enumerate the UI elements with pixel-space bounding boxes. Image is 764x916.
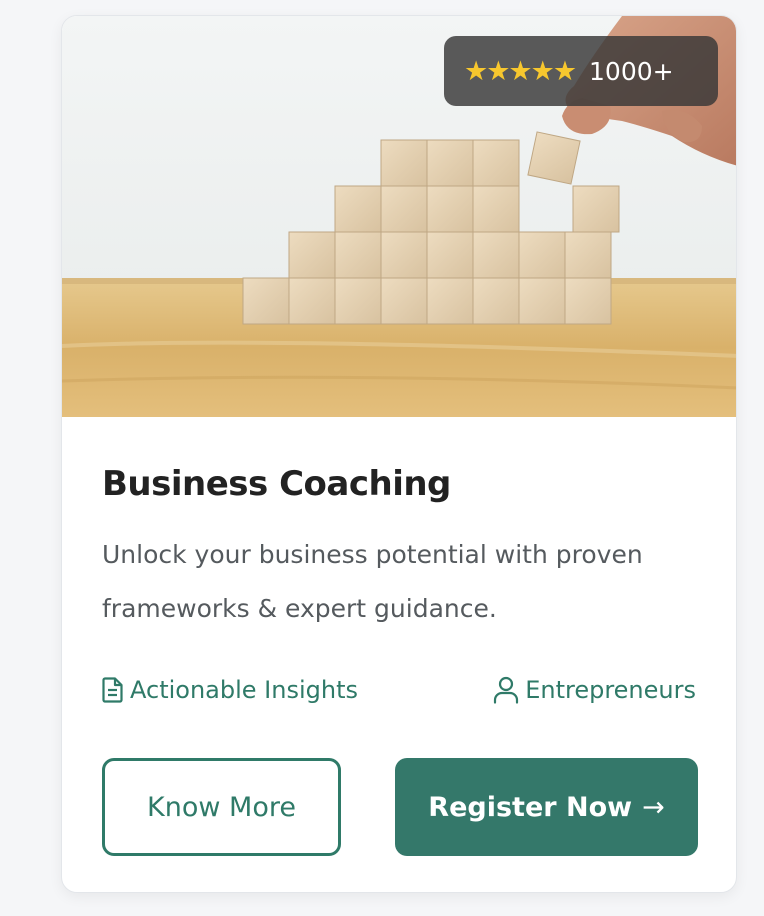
- meta-actionable-insights: Actionable Insights: [102, 672, 358, 708]
- card-title: Business Coaching: [102, 464, 451, 504]
- know-more-button[interactable]: Know More: [102, 758, 341, 856]
- card-description: Unlock your business potential with prov…: [102, 540, 643, 623]
- card-hero-image: ★★★★★ 1000+: [62, 16, 736, 417]
- register-now-button[interactable]: Register Now →: [395, 758, 698, 856]
- star-rating-icon: ★★★★★: [464, 55, 577, 87]
- rating-badge: ★★★★★ 1000+: [444, 36, 718, 106]
- meta-label-entrepreneurs: Entrepreneurs: [525, 676, 696, 704]
- document-icon: [102, 677, 123, 703]
- rating-count: 1000+: [589, 56, 674, 86]
- service-card: ★★★★★ 1000+ Business Coaching Unlock you…: [61, 15, 737, 893]
- arrow-right-icon: →: [642, 791, 665, 823]
- meta-entrepreneurs: Entrepreneurs: [493, 672, 696, 708]
- meta-label-insights: Actionable Insights: [130, 676, 358, 704]
- user-icon: [494, 676, 519, 704]
- register-now-label: Register Now: [428, 791, 633, 823]
- know-more-label: Know More: [147, 791, 296, 823]
